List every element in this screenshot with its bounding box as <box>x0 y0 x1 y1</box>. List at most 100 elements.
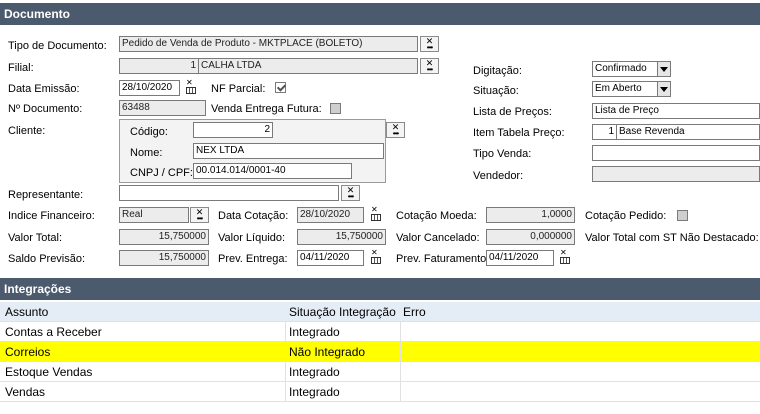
clear-icon: ✕ <box>560 248 567 257</box>
column-divider <box>400 382 401 402</box>
cliente-nome-field[interactable]: NEX LTDA <box>193 143 384 159</box>
filial-label: Filial: <box>8 62 34 74</box>
item-tabela-preco-code-field[interactable]: 1 <box>592 124 617 140</box>
ellipsis-icon: ••• <box>347 192 354 201</box>
documento-section-header: Documento <box>0 3 760 25</box>
valor-cancelado-label: Valor Cancelado: <box>396 232 480 244</box>
n-documento-field: 63488 <box>119 100 206 116</box>
data-cotacao-calendar-button[interactable]: ✕ <box>369 206 384 222</box>
cotacao-pedido-checkbox[interactable] <box>677 210 688 221</box>
column-header-situacao[interactable]: Situação Integração <box>289 302 396 322</box>
column-divider <box>400 342 401 362</box>
situacao-label: Situação: <box>473 85 519 97</box>
venda-entrega-futura-label: Venda Entrega Futura: <box>211 103 322 115</box>
cliente-lookup-button[interactable]: ✕ ••• <box>386 122 405 138</box>
data-emissao-field[interactable]: 28/10/2020 <box>119 80 180 96</box>
data-emissao-label: Data Emissão: <box>8 83 80 95</box>
situacao-select[interactable]: Em Aberto <box>592 81 658 97</box>
cliente-label: Cliente: <box>8 125 46 137</box>
item-tabela-preco-label: Item Tabela Preço: <box>473 127 565 139</box>
cotacao-pedido-label: Cotação Pedido: <box>585 210 667 222</box>
column-divider <box>400 322 401 342</box>
tipo-documento-label: Tipo de Documento: <box>8 40 107 52</box>
valor-liquido-field: 15,750000 <box>297 229 386 245</box>
digitacao-label: Digitação: <box>473 65 522 77</box>
filial-code-field[interactable]: 1 <box>119 58 199 74</box>
valor-cancelado-field: 0,000000 <box>486 229 575 245</box>
column-divider <box>285 342 286 362</box>
saldo-previsao-field: 15,750000 <box>119 250 209 266</box>
ellipsis-icon: ••• <box>426 65 433 74</box>
clear-icon: ✕ <box>371 205 378 214</box>
cliente-codigo-label: Código: <box>130 126 168 138</box>
prev-entrega-calendar-button[interactable]: ✕ <box>369 249 384 265</box>
indice-financeiro-lookup-button[interactable]: ✕ ••• <box>190 207 209 223</box>
valor-total-label: Valor Total: <box>8 232 63 244</box>
prev-faturamento-calendar-button[interactable]: ✕ <box>558 249 573 265</box>
nf-parcial-label: NF Parcial: <box>211 83 266 95</box>
prev-entrega-field[interactable]: 04/11/2020 <box>297 250 364 266</box>
cell-situacao: Integrado <box>289 365 340 379</box>
table-row[interactable]: Contas a Receber Integrado <box>0 322 760 342</box>
cliente-cnpj-field[interactable]: 00.014.014/0001-40 <box>193 163 352 179</box>
cell-assunto: Vendas <box>5 385 46 399</box>
column-header-assunto[interactable]: Assunto <box>5 302 48 322</box>
calendar-icon <box>560 257 570 264</box>
tipo-venda-field[interactable] <box>592 145 760 161</box>
column-header-erro[interactable]: Erro <box>403 302 426 322</box>
representante-field[interactable] <box>119 185 339 201</box>
cliente-codigo-field[interactable]: 2 <box>193 122 273 138</box>
filial-lookup-button[interactable]: ✕ ••• <box>420 58 439 74</box>
cell-assunto: Correios <box>5 345 51 359</box>
ellipsis-icon: ••• <box>426 43 433 52</box>
valor-liquido-label: Valor Líquido: <box>218 232 286 244</box>
indice-financeiro-field[interactable]: Real <box>119 207 189 223</box>
tipo-documento-lookup-button[interactable]: ✕ ••• <box>420 36 439 52</box>
calendar-icon <box>186 87 196 94</box>
ellipsis-icon: ••• <box>392 129 399 138</box>
table-row-selected[interactable]: Correios Não Integrado <box>0 342 760 362</box>
digitacao-select[interactable]: Confirmado <box>592 61 658 77</box>
valor-total-field: 15,750000 <box>119 229 209 245</box>
saldo-previsao-label: Saldo Previsão: <box>8 253 86 265</box>
vendedor-field[interactable] <box>592 166 760 182</box>
cell-situacao: Não Integrado <box>289 345 366 359</box>
integracoes-section-header: Integrações <box>0 278 760 300</box>
calendar-icon <box>371 214 381 221</box>
cliente-cnpj-label: CNPJ / CPF: <box>130 167 193 179</box>
n-documento-label: Nº Documento: <box>8 103 83 115</box>
prev-faturamento-label: Prev. Faturamento: <box>396 253 490 265</box>
cell-assunto: Contas a Receber <box>5 325 102 339</box>
ellipsis-icon: ••• <box>196 214 203 223</box>
clear-icon: ✕ <box>186 78 193 87</box>
table-row[interactable]: Vendas Integrado <box>0 382 760 402</box>
column-divider <box>285 382 286 402</box>
data-emissao-calendar-button[interactable]: ✕ <box>184 79 199 95</box>
table-row[interactable]: Estoque Vendas Integrado <box>0 362 760 382</box>
representante-label: Representante: <box>8 189 84 201</box>
prev-entrega-label: Prev. Entrega: <box>218 253 288 265</box>
vendedor-label: Vendedor: <box>473 170 524 182</box>
prev-faturamento-field[interactable]: 04/11/2020 <box>486 250 554 266</box>
representante-lookup-button[interactable]: ✕ ••• <box>341 185 360 201</box>
calendar-icon <box>371 257 381 264</box>
table-header-row: Assunto Situação Integração Erro <box>0 302 760 322</box>
cell-situacao: Integrado <box>289 385 340 399</box>
item-tabela-preco-name-field: Base Revenda <box>616 124 760 140</box>
column-divider <box>285 322 286 342</box>
digitacao-dropdown-icon[interactable] <box>657 61 671 77</box>
cell-situacao: Integrado <box>289 325 340 339</box>
cotacao-moeda-field[interactable]: 1,0000 <box>486 207 575 223</box>
tipo-venda-label: Tipo Venda: <box>473 148 532 160</box>
lista-precos-field[interactable]: Lista de Preço <box>592 103 760 119</box>
cotacao-moeda-label: Cotação Moeda: <box>396 210 477 222</box>
cell-assunto: Estoque Vendas <box>5 365 93 379</box>
nf-parcial-checkbox[interactable] <box>275 82 286 93</box>
venda-entrega-futura-checkbox[interactable] <box>330 103 341 114</box>
situacao-dropdown-icon[interactable] <box>657 81 671 97</box>
data-cotacao-label: Data Cotação: <box>218 210 289 222</box>
clear-icon: ✕ <box>371 248 378 257</box>
indice-financeiro-label: Indice Financeiro: <box>8 210 95 222</box>
data-cotacao-field[interactable]: 28/10/2020 <box>297 207 364 223</box>
tipo-documento-field[interactable]: Pedido de Venda de Produto - MKTPLACE (B… <box>119 36 418 52</box>
